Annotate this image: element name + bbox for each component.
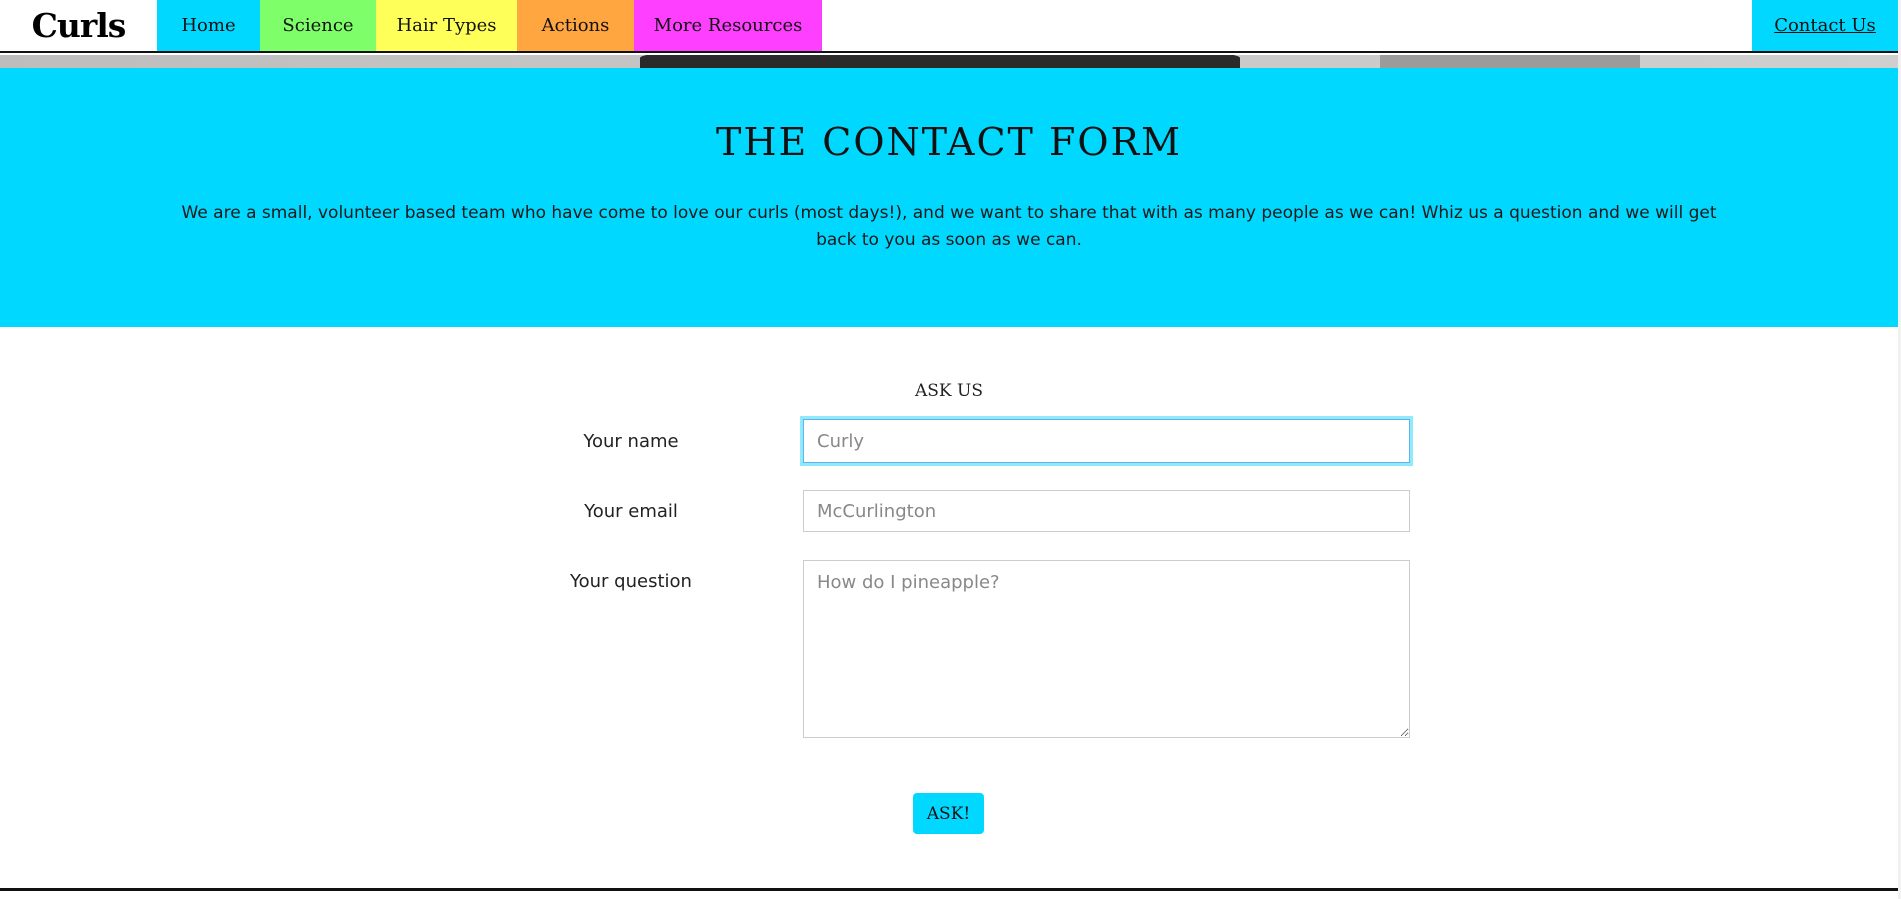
footer-divider	[0, 888, 1898, 891]
contact-banner: THE CONTACT FORM We are a small, volunte…	[0, 68, 1898, 327]
email-input[interactable]	[803, 490, 1410, 532]
name-label: Your name	[583, 431, 679, 452]
email-label: Your email	[584, 501, 678, 522]
brand-logo[interactable]: Curls	[0, 0, 157, 51]
question-textarea[interactable]	[803, 560, 1410, 738]
nav-hair-types[interactable]: Hair Types	[376, 0, 517, 51]
hero-hair-highlight	[1380, 55, 1640, 68]
name-input[interactable]	[803, 419, 1410, 463]
contact-page: Curls Home Science Hair Types Actions Mo…	[0, 0, 1901, 899]
nav-more-resources[interactable]: More Resources	[634, 0, 822, 51]
nav-home[interactable]: Home	[157, 0, 260, 51]
ask-submit-button[interactable]: ASK!	[913, 793, 984, 834]
nav-contact-us[interactable]: Contact Us	[1752, 0, 1898, 51]
page-title: THE CONTACT FORM	[715, 120, 1183, 164]
banner-description: We are a small, volunteer based team who…	[181, 203, 1717, 250]
hero-image-strip	[0, 55, 1898, 68]
hero-hair-shape	[640, 55, 1240, 68]
nav-science[interactable]: Science	[260, 0, 376, 51]
question-label: Your question	[570, 571, 692, 592]
form-title: ASK US	[915, 381, 983, 401]
nav-actions[interactable]: Actions	[517, 0, 634, 51]
top-navbar: Curls Home Science Hair Types Actions Mo…	[0, 0, 1898, 53]
